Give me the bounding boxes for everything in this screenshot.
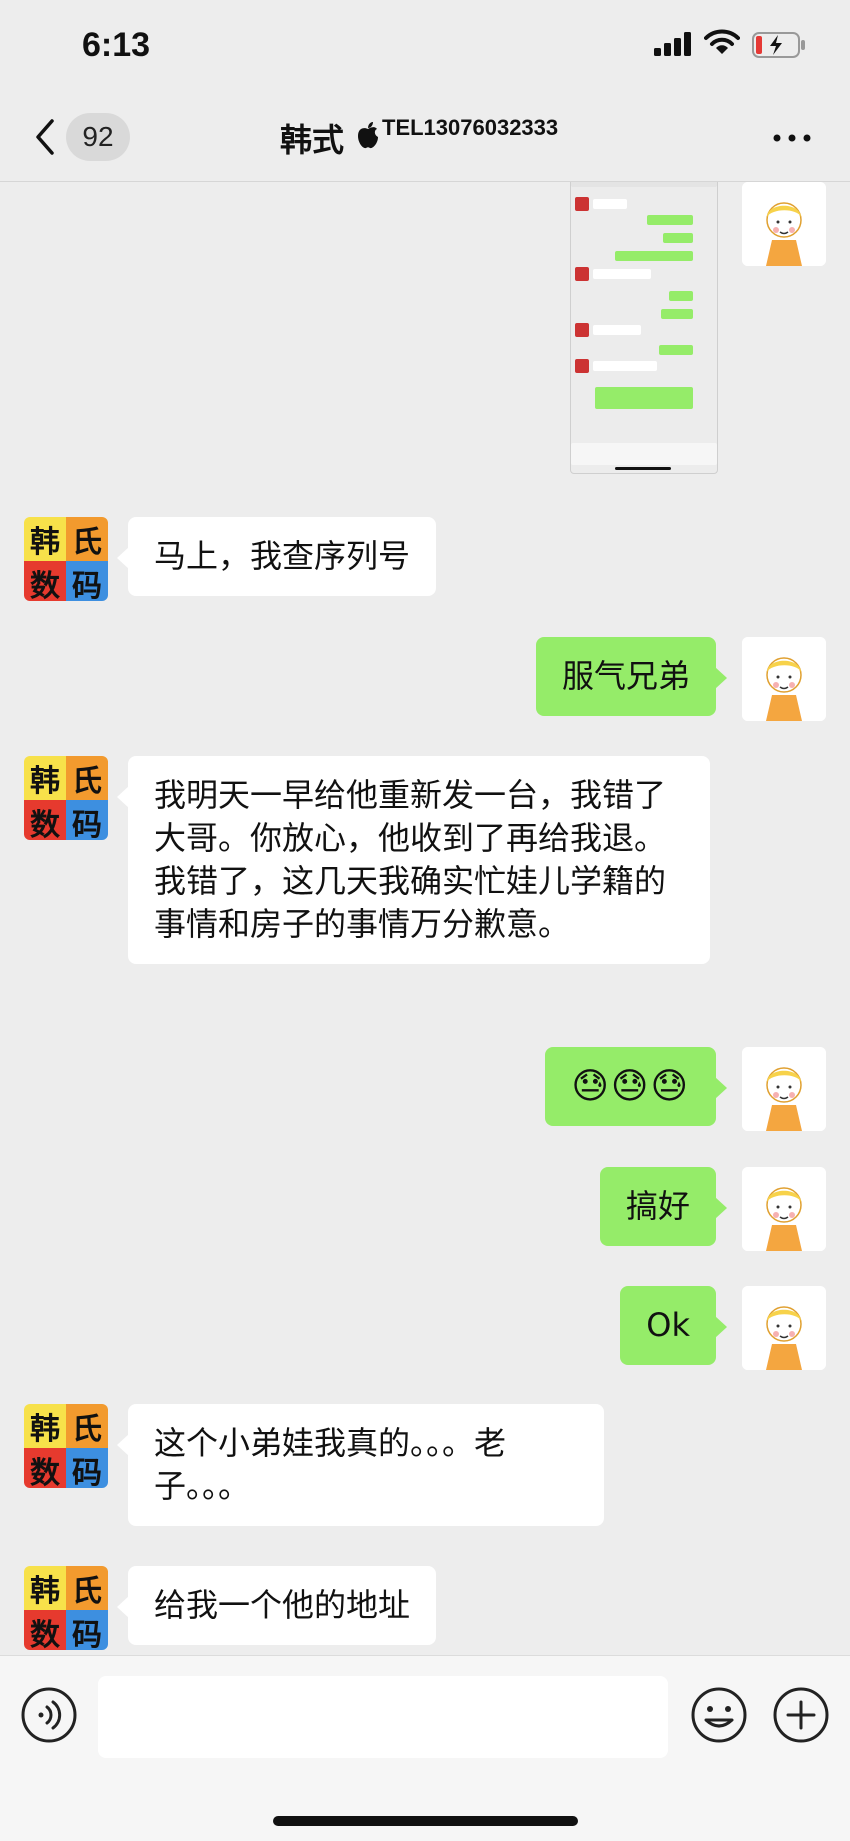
chat-title: 韩式	[280, 121, 345, 159]
chat-title-phone: TEL13076032333	[382, 115, 559, 140]
my-avatar[interactable]	[742, 182, 826, 266]
message-row: 韩 氏 数 码 这个小弟娃我真的。。。老子。。。	[0, 1404, 850, 1534]
plus-icon[interactable]	[772, 1686, 830, 1744]
unread-count-badge[interactable]: 92	[66, 113, 130, 161]
status-time: 6:13	[82, 26, 151, 64]
my-avatar[interactable]	[742, 637, 826, 721]
chat-header: 92 韩式 TEL13076032333	[0, 95, 850, 182]
message-row: 搞好	[0, 1167, 850, 1257]
input-bar	[0, 1655, 850, 1841]
home-indicator	[273, 1816, 578, 1826]
my-avatar[interactable]	[742, 1047, 826, 1131]
message-list[interactable]: 韩 氏 数 码 马上，我查序列号 服气兄弟 韩 氏 数 码 我明天一早给他重新发…	[0, 182, 850, 1655]
contact-avatar[interactable]: 韩 氏 数 码	[24, 1404, 108, 1488]
contact-avatar[interactable]: 韩 氏 数 码	[24, 1566, 108, 1650]
my-avatar[interactable]	[742, 1286, 826, 1370]
message-bubble-outgoing[interactable]: 服气兄弟	[535, 637, 728, 716]
message-bubble-incoming[interactable]: 给我一个他的地址	[116, 1566, 437, 1645]
message-row: 韩 氏 数 码 马上，我查序列号	[0, 517, 850, 607]
message-input[interactable]	[98, 1676, 668, 1758]
apple-logo-icon	[358, 122, 378, 149]
emoji-icon[interactable]	[690, 1686, 748, 1744]
cellular-signal-icon	[654, 32, 691, 56]
voice-input-icon[interactable]	[20, 1686, 78, 1744]
status-bar: 6:13	[0, 0, 850, 95]
message-bubble-outgoing[interactable]: Ok	[620, 1286, 727, 1365]
message-bubble-incoming[interactable]: 马上，我查序列号	[116, 517, 437, 596]
message-bubble-incoming[interactable]: 我明天一早给他重新发一台，我错了大哥。你放心，他收到了再给我退。我错了，这几天我…	[117, 756, 710, 964]
image-message	[0, 182, 850, 482]
back-arrow-icon[interactable]	[30, 115, 60, 159]
message-bubble-incoming[interactable]: 这个小弟娃我真的。。。老子。。。	[117, 1404, 604, 1526]
my-avatar[interactable]	[742, 1167, 826, 1251]
wifi-icon	[704, 29, 740, 54]
more-options-icon[interactable]	[772, 133, 812, 143]
screenshot-thumbnail[interactable]	[570, 182, 718, 474]
message-row: 韩 氏 数 码 给我一个他的地址	[0, 1566, 850, 1655]
contact-avatar[interactable]: 韩 氏 数 码	[24, 756, 108, 840]
message-bubble-outgoing[interactable]: 搞好	[599, 1167, 728, 1246]
message-row: 服气兄弟	[0, 637, 850, 727]
message-row: 韩 氏 数 码 我明天一早给他重新发一台，我错了大哥。你放心，他收到了再给我退。…	[0, 756, 850, 1016]
message-bubble-outgoing[interactable]: 😓😓😓	[545, 1047, 727, 1126]
contact-avatar[interactable]: 韩 氏 数 码	[24, 517, 108, 601]
message-row: Ok	[0, 1286, 850, 1376]
battery-icon	[752, 32, 805, 58]
message-row: 😓😓😓	[0, 1047, 850, 1137]
